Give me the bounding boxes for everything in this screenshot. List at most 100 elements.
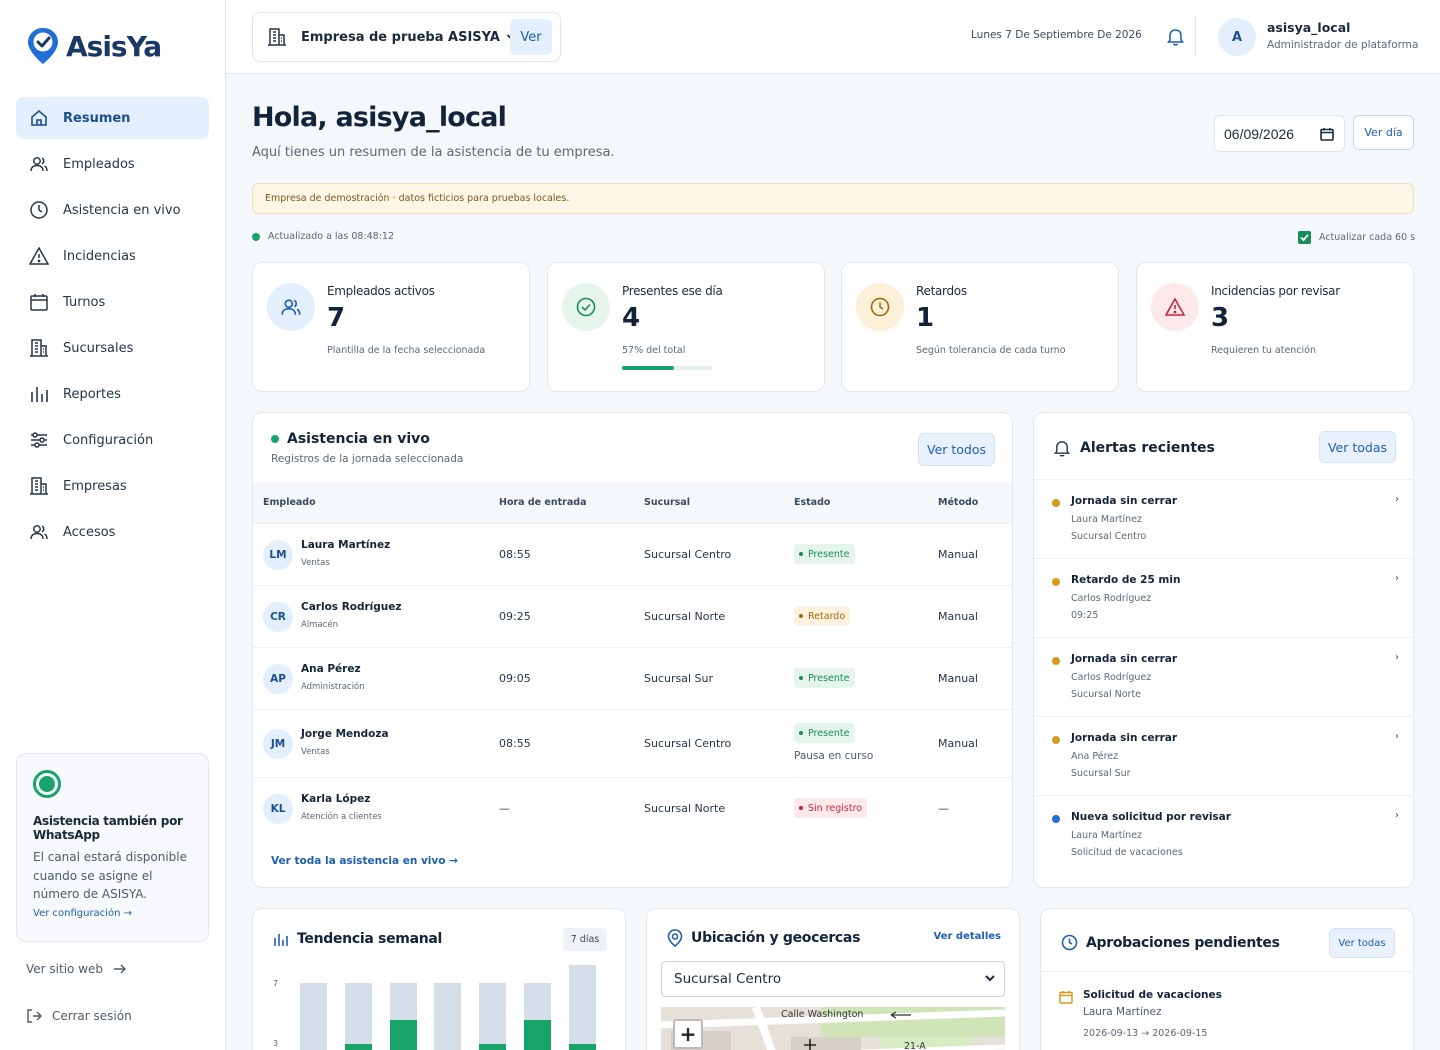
range-chip[interactable]: 7 días xyxy=(563,928,607,951)
table-row[interactable]: AP Ana Pérez Administración 09:05 Sucurs… xyxy=(253,647,1012,709)
approvals-title: Aprobaciones pendientes xyxy=(1061,934,1280,951)
status-text: Retardo xyxy=(808,610,846,622)
kpi-card-empleados[interactable]: Empleados activos 7 Plantilla de la fech… xyxy=(252,262,530,392)
sidebar-item-turnos[interactable]: Turnos xyxy=(16,281,209,323)
sidebar-item-configuracion[interactable]: Configuración xyxy=(16,419,209,461)
geo-title-text: Ubicación y geocercas xyxy=(691,930,861,946)
table-row[interactable]: KL Karla López Atención a clientes — Suc… xyxy=(253,777,1012,839)
table-row[interactable]: JM Jorge Mendoza Ventas 08:55 Sucursal C… xyxy=(253,709,1012,777)
view-details-link[interactable]: Ver detalles xyxy=(934,931,1001,942)
alert-item[interactable]: Jornada sin cerrar Laura Martínez Sucursal… xyxy=(1034,479,1413,558)
sidebar-item-incidencias[interactable]: Incidencias xyxy=(16,235,209,277)
checkbox-checked-icon[interactable] xyxy=(1298,231,1311,244)
trend-title: Tendencia semanal xyxy=(273,931,442,947)
whatsapp-body: El canal estará disponible cuando se asi… xyxy=(33,850,188,901)
zoom-in-button[interactable]: + xyxy=(673,1019,703,1049)
chevron-right-icon[interactable]: › xyxy=(1395,731,1399,742)
auto-refresh-toggle[interactable]: Actualizar cada 60 s xyxy=(1298,231,1415,244)
kpi-card-incidencias[interactable]: Incidencias por revisar 3 Requieren tu a… xyxy=(1136,262,1414,392)
chevron-right-icon[interactable]: › xyxy=(1395,573,1399,584)
sidebar-item-empresas[interactable]: Empresas xyxy=(16,465,209,507)
trend-bar xyxy=(344,983,372,1050)
warning-icon xyxy=(28,245,50,267)
arrow-right-icon xyxy=(114,964,127,974)
map-view[interactable]: Calle Washington 21-A + xyxy=(661,1007,1005,1050)
page-subtitle: Aquí tienes un resumen de la asistencia … xyxy=(252,145,615,160)
sliders-icon xyxy=(28,429,50,451)
branch-select[interactable]: Sucursal Centro xyxy=(661,961,1005,997)
avatar: JM xyxy=(263,729,293,759)
user-name: asisya_local xyxy=(1267,20,1351,35)
alert-dot xyxy=(1052,499,1060,507)
whatsapp-config-link[interactable]: Ver configuración → xyxy=(33,908,192,919)
kpi-label: Presentes ese día xyxy=(622,284,723,298)
brand-logo[interactable]: AsisYa xyxy=(26,26,162,66)
chevron-right-icon[interactable]: › xyxy=(1395,494,1399,505)
alerts-panel: Alertas recientes Ver todas Jornada sin … xyxy=(1033,412,1414,888)
auto-refresh-label: Actualizar cada 60 s xyxy=(1319,232,1416,243)
table-row[interactable]: CR Carlos Rodríguez Almacén 09:25 Sucurs… xyxy=(253,585,1012,647)
progress-fill xyxy=(622,366,674,370)
chevron-down-icon xyxy=(985,975,995,982)
view-all-approvals-button[interactable]: Ver todas xyxy=(1329,928,1395,958)
site-link[interactable]: Ver sitio web xyxy=(26,962,127,976)
sidebar-item-resumen[interactable]: Resumen xyxy=(16,97,209,139)
kpi-value: 1 xyxy=(916,303,935,333)
status-text: Presente xyxy=(808,727,850,739)
avatar: CR xyxy=(263,602,293,632)
approval-item[interactable]: Solicitud de vacaciones Laura Martínez 2… xyxy=(1041,971,1413,1050)
method: — xyxy=(938,802,949,815)
alert-detail: Carlos Rodríguez xyxy=(1071,672,1152,683)
sidebar-item-reportes[interactable]: Reportes xyxy=(16,373,209,415)
alert-detail: 09:25 xyxy=(1071,610,1099,621)
alert-title: Jornada sin cerrar xyxy=(1071,732,1178,744)
sidebar-nav: Resumen Empleados Asistencia en vivo Inc… xyxy=(16,97,209,557)
date-input[interactable]: 06/09/2026 xyxy=(1214,115,1345,152)
table-header: Empleado Hora de entrada Sucursal Estado… xyxy=(253,483,1012,523)
trend-bar xyxy=(479,983,507,1050)
live-attendance-panel: Asistencia en vivo Registros de la jorna… xyxy=(252,412,1013,888)
kpi-value: 7 xyxy=(327,303,346,333)
view-day-button[interactable]: Ver día xyxy=(1353,115,1414,150)
clock-icon xyxy=(1061,934,1078,951)
company-view-button[interactable]: Ver xyxy=(510,19,552,55)
sidebar-item-empleados[interactable]: Empleados xyxy=(16,143,209,185)
view-all-attendance-button[interactable]: Ver todos xyxy=(918,433,995,466)
company-selector[interactable]: Empresa de prueba ASISYA Ver xyxy=(252,12,561,62)
sidebar-item-accesos[interactable]: Accesos xyxy=(16,511,209,553)
calendar-icon[interactable] xyxy=(1320,127,1334,141)
attendance-progress-bar xyxy=(622,366,713,370)
map-block-label: 21-A xyxy=(904,1041,926,1050)
kpi-label: Empleados activos xyxy=(327,284,435,298)
view-all-live-link[interactable]: Ver toda la asistencia en vivo → xyxy=(271,855,458,867)
alert-dot xyxy=(1052,578,1060,586)
alert-item[interactable]: Jornada sin cerrar Carlos Rodríguez Sucurs… xyxy=(1034,637,1413,716)
sidebar-item-asistencia[interactable]: Asistencia en vivo xyxy=(16,189,209,231)
alert-detail: Laura Martínez xyxy=(1071,830,1143,841)
page-title: Hola, asisya_local xyxy=(252,102,507,133)
live-title-text: Asistencia en vivo xyxy=(287,431,430,447)
bell-icon xyxy=(1054,441,1070,457)
kpi-note: Según tolerancia de cada turno xyxy=(916,345,1066,356)
alert-item[interactable]: Jornada sin cerrar Ana Pérez Sucursal Sur › xyxy=(1034,716,1413,795)
sidebar-item-label: Configuración xyxy=(63,432,154,448)
sidebar-item-sucursales[interactable]: Sucursales xyxy=(16,327,209,369)
user-avatar[interactable]: A xyxy=(1218,18,1256,56)
bell-icon[interactable] xyxy=(1167,27,1184,46)
current-date: Lunes 7 De Septiembre De 2026 xyxy=(971,29,1142,41)
kpi-card-retardos[interactable]: Retardos 1 Según tolerancia de cada turn… xyxy=(841,262,1119,392)
weekly-trend-panel: Tendencia semanal 7 días 7 3 xyxy=(252,908,626,1050)
trend-bar-present xyxy=(389,1019,417,1050)
chevron-right-icon[interactable]: › xyxy=(1395,652,1399,663)
alert-detail: Sucursal Sur xyxy=(1071,768,1131,779)
employee-name: Laura Martínez xyxy=(301,539,391,551)
kpi-card-presentes[interactable]: Presentes ese día 4 57% del total xyxy=(547,262,825,392)
alert-item[interactable]: Retardo de 25 min Carlos Rodríguez 09:25 › xyxy=(1034,558,1413,637)
location-pin-icon xyxy=(667,929,683,947)
chevron-right-icon[interactable]: › xyxy=(1395,810,1399,821)
company-name: Empresa de prueba ASISYA xyxy=(301,29,500,45)
table-row[interactable]: LM Laura Martínez Ventas 08:55 Sucursal … xyxy=(253,523,1012,585)
view-all-alerts-button[interactable]: Ver todas xyxy=(1319,431,1396,463)
logout-link[interactable]: Cerrar sesión xyxy=(26,1008,132,1024)
alert-item[interactable]: Nueva solicitud por revisar Laura Martíne… xyxy=(1034,795,1413,874)
